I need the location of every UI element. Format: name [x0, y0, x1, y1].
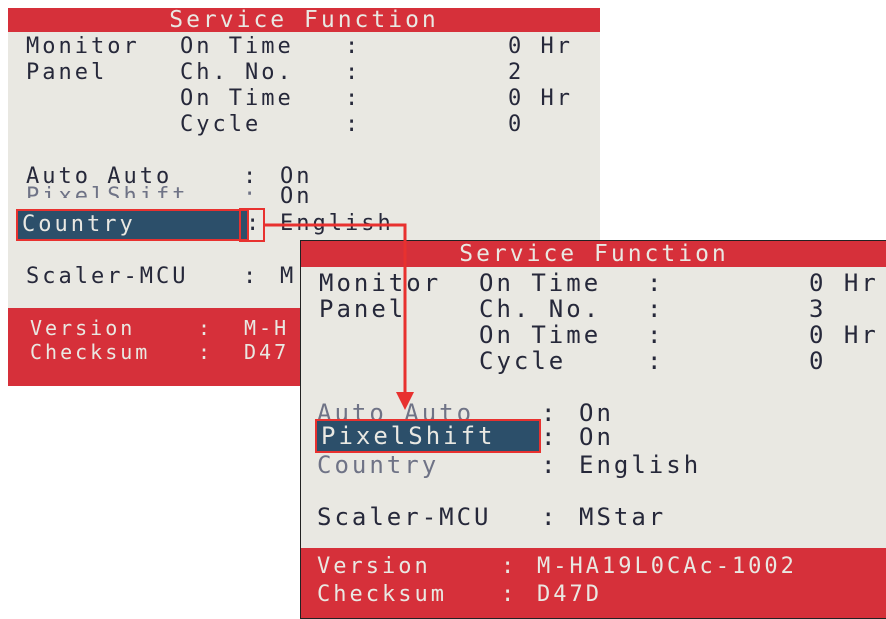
- panel-cycle-value: 0: [508, 112, 525, 137]
- scaler-mcu-label: Scaler-MCU: [26, 264, 189, 289]
- panel-on-time-value: 0 Hr: [809, 321, 879, 349]
- version-label: Version: [30, 316, 136, 340]
- scaler-mcu-label: Scaler-MCU: [317, 503, 492, 531]
- sep: :: [541, 451, 559, 479]
- panel-ch-no-value: 3: [809, 295, 827, 323]
- version-label: Version: [317, 554, 431, 579]
- version-footer: Version : M-HA19L0CAc-1002 Checksum : D4…: [301, 548, 886, 618]
- monitor-on-time-label: On Time: [180, 34, 294, 59]
- checksum-label: Checksum: [30, 340, 151, 364]
- sep: :: [647, 269, 665, 297]
- value-highlight-box: [239, 208, 265, 242]
- sep: :: [647, 295, 665, 323]
- sep: :: [345, 34, 362, 59]
- sep: :: [647, 347, 665, 375]
- sep: :: [345, 60, 362, 85]
- scaler-mcu-value: MStar: [579, 503, 667, 531]
- sep: :: [501, 554, 518, 579]
- checksum-value: D47D: [537, 582, 602, 607]
- version-value: M-H: [244, 316, 290, 340]
- panel-on-time-label: On Time: [180, 86, 294, 111]
- service-menu-screen-2: Service Function Monitor Panel On Time :…: [300, 240, 886, 619]
- pixelshift-value: On: [579, 423, 614, 451]
- panel-cycle-value: 0: [809, 347, 827, 375]
- monitor-label: Monitor: [26, 34, 140, 59]
- version-value: M-HA19L0CAc-1002: [537, 554, 797, 579]
- sep: :: [541, 423, 559, 451]
- pixelshift-label[interactable]: PixelShift: [26, 184, 188, 198]
- menu-title: Service Function: [8, 8, 600, 32]
- sep: :: [345, 86, 362, 111]
- monitor-on-time-value: 0 Hr: [809, 269, 879, 297]
- panel-label: Panel: [319, 295, 407, 323]
- sep: :: [501, 582, 518, 607]
- country-value: English: [579, 451, 702, 479]
- panel-label: Panel: [26, 60, 108, 85]
- panel-ch-no-label: Ch. No.: [479, 295, 602, 323]
- country-selected-item[interactable]: Country: [16, 209, 249, 241]
- monitor-on-time-label: On Time: [479, 269, 602, 297]
- country-value: English: [280, 211, 394, 236]
- panel-cycle-label: Cycle: [180, 112, 262, 137]
- pixelshift-selected-item[interactable]: PixelShift: [315, 419, 541, 453]
- pixelshift-value: On: [280, 184, 313, 209]
- sep: :: [198, 340, 214, 364]
- panel-on-time-value: 0 Hr: [508, 86, 573, 111]
- sep: :: [243, 184, 260, 198]
- scaler-mcu-value: M: [280, 264, 297, 289]
- sep: :: [647, 321, 665, 349]
- menu-title: Service Function: [301, 241, 886, 267]
- monitor-on-time-value: 0 Hr: [508, 34, 573, 59]
- sep: :: [243, 264, 260, 289]
- country-label[interactable]: Country: [317, 451, 439, 479]
- monitor-label: Monitor: [319, 269, 442, 297]
- sep: :: [345, 112, 362, 137]
- panel-cycle-label: Cycle: [479, 347, 567, 375]
- panel-ch-no-value: 2: [508, 60, 525, 85]
- sep: :: [541, 503, 559, 531]
- sep: :: [198, 316, 214, 340]
- panel-on-time-label: On Time: [479, 321, 602, 349]
- checksum-label: Checksum: [317, 582, 447, 607]
- checksum-value: D47: [244, 340, 290, 364]
- osd-panel: Service Function Monitor Panel On Time :…: [301, 241, 886, 618]
- panel-ch-no-label: Ch. No.: [180, 60, 294, 85]
